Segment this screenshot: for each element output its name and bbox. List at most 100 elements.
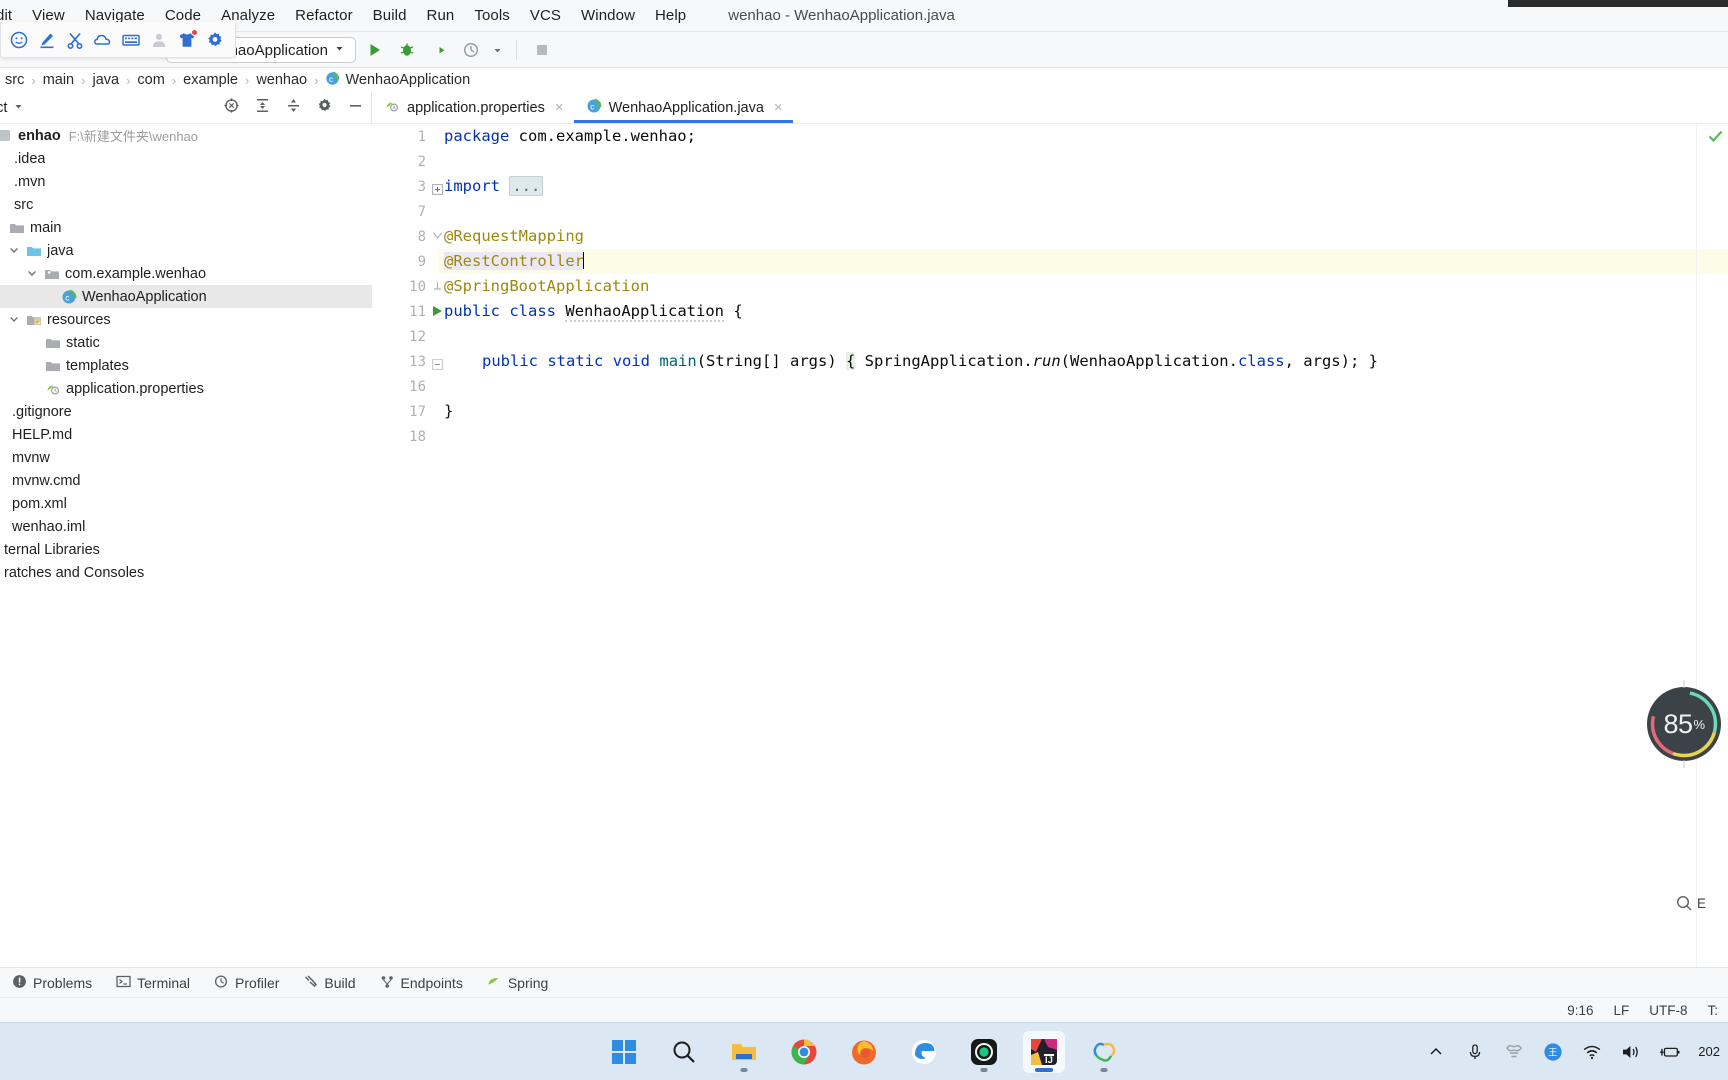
microphone-icon[interactable] [1464,1041,1486,1063]
editor-gutter[interactable]: 1 2 3 7 8 9 10 11 12 13 16 17 18 [372,124,443,975]
tree-node-external-libraries[interactable]: ternal Libraries [0,538,372,561]
search-icon[interactable] [663,1031,705,1073]
start-button-icon[interactable] [603,1031,645,1073]
tree-node-project-root[interactable]: enhao F:\新建文件夹\wenhao [0,124,372,147]
status-line-separator[interactable]: LF [1603,1003,1639,1018]
folded-imports-placeholder[interactable]: ... [509,176,544,196]
debug-button[interactable] [394,37,420,63]
tshirt-icon[interactable] [175,28,199,52]
intellij-idea-icon[interactable]: IJ [1023,1030,1065,1073]
tree-node-wenhao-iml[interactable]: wenhao.iml [0,515,372,538]
chevron-down-icon[interactable] [334,41,345,59]
project-panel-title[interactable]: ect [0,100,7,116]
tree-node-resources[interactable]: resources [0,308,372,331]
tree-node-mvnw[interactable]: mvnw [0,446,372,469]
chevron-expanded-icon[interactable] [8,313,21,326]
tree-node-mvn[interactable]: .mvn [0,170,372,193]
menu-item-build[interactable]: Build [363,4,417,27]
menu-item-run[interactable]: Run [417,4,465,27]
keyboard-icon[interactable] [119,28,143,52]
status-search-icon[interactable]: E [1676,895,1706,912]
performance-gauge-overlay[interactable]: 85% [1640,680,1728,768]
editor-scrollbar-track[interactable] [1696,124,1697,975]
run-with-coverage-button[interactable] [426,37,452,63]
tree-node-idea[interactable]: .idea [0,147,372,170]
tree-node-wenhaoapplication[interactable]: c WenhaoApplication [0,285,372,308]
code-editor[interactable]: 1 2 3 7 8 9 10 11 12 13 16 17 18 package… [372,124,1728,975]
scissors-icon[interactable] [63,28,87,52]
menu-item-help[interactable]: Help [645,4,696,27]
status-caret-position[interactable]: 9:16 [1557,1003,1603,1018]
tree-node-application-properties[interactable]: application.properties [0,377,372,400]
close-icon[interactable]: × [555,99,564,116]
breadcrumb-item-wenhao[interactable]: wenhao [251,72,312,88]
menu-item-window[interactable]: Window [571,4,645,27]
tree-node-src[interactable]: src [0,193,372,216]
wechat-devtools-icon[interactable] [963,1031,1005,1073]
profile-button[interactable] [458,37,484,63]
profile-dropdown-button[interactable] [490,37,504,63]
pencil-icon[interactable] [35,28,59,52]
settings-gear-icon[interactable] [316,97,333,119]
cloud-icon[interactable] [91,28,115,52]
collapse-all-icon[interactable] [285,97,302,119]
sogou-input-icon[interactable] [1503,1041,1525,1063]
chrome-icon[interactable] [783,1031,825,1073]
inspection-ok-icon[interactable] [1707,128,1724,150]
tree-node-java[interactable]: java [0,239,372,262]
firefox-icon[interactable] [843,1031,885,1073]
expand-all-icon[interactable] [254,97,271,119]
smiley-icon[interactable] [7,28,31,52]
apifox-icon[interactable] [1083,1031,1125,1073]
tree-node-static[interactable]: static [0,331,372,354]
menu-item-tools[interactable]: Tools [464,4,520,27]
status-encoding[interactable]: UTF-8 [1639,1003,1697,1018]
tree-node-scratches-and-consoles[interactable]: ratches and Consoles [0,561,372,584]
close-icon[interactable]: × [774,99,783,116]
tree-node-pom-xml[interactable]: pom.xml [0,492,372,515]
editor-tab-application-properties[interactable]: application.properties × [372,92,574,123]
menu-item-refactor[interactable]: Refactor [285,4,363,27]
tree-node-help-md[interactable]: HELP.md [0,423,372,446]
menu-item-vcs[interactable]: VCS [520,4,571,27]
project-tree[interactable]: enhao F:\新建文件夹\wenhao .idea .mvn src mai… [0,124,372,975]
tree-node-main[interactable]: main [0,216,372,239]
tree-node-label: static [66,334,100,351]
editor-tab-wenhaoapplication-java[interactable]: c WenhaoApplication.java × [573,92,793,123]
breadcrumb-item-main[interactable]: main [38,72,79,88]
tool-window-spring[interactable]: Spring [475,968,560,998]
code-text-area[interactable]: package com.example.wenhao; import ... @… [438,124,1728,975]
battery-icon[interactable] [1659,1041,1681,1063]
volume-icon[interactable] [1620,1041,1642,1063]
breadcrumb-item-src[interactable]: src [0,72,29,88]
chevron-down-icon[interactable] [13,99,24,117]
run-button[interactable] [362,37,388,63]
tool-window-profiler[interactable]: Profiler [202,968,291,998]
select-opened-file-icon[interactable] [223,97,240,119]
chevron-expanded-icon[interactable] [8,244,21,257]
edge-icon[interactable] [903,1031,945,1073]
show-hidden-icons-chevron-icon[interactable] [1425,1041,1447,1063]
tree-node-templates[interactable]: templates [0,354,372,377]
tool-window-endpoints[interactable]: Endpoints [368,968,475,998]
tree-node-package[interactable]: com.example.wenhao [0,262,372,285]
file-explorer-icon[interactable] [723,1031,765,1073]
wangwang-icon[interactable]: 王 [1542,1041,1564,1063]
stop-button[interactable] [529,37,555,63]
breadcrumb-item-example[interactable]: example [178,72,243,88]
tool-window-terminal[interactable]: Terminal [104,968,202,998]
tool-window-build[interactable]: Build [291,968,367,998]
wifi-icon[interactable] [1581,1041,1603,1063]
hide-panel-icon[interactable] [347,97,364,119]
status-indent[interactable]: T: [1697,1003,1728,1018]
tree-node-mvnw-cmd[interactable]: mvnw.cmd [0,469,372,492]
tool-window-problems[interactable]: Problems [0,968,104,998]
breadcrumb-item-java[interactable]: java [87,72,124,88]
gear-icon[interactable] [203,28,227,52]
chevron-expanded-icon[interactable] [26,267,39,280]
breadcrumb-item-wenhaoapplication[interactable]: c WenhaoApplication [320,71,475,90]
taskbar-clock[interactable]: 202 [1698,1044,1720,1060]
tree-node-gitignore[interactable]: .gitignore [0,400,372,423]
breadcrumb-item-com[interactable]: com [132,72,169,88]
person-icon[interactable] [147,28,171,52]
